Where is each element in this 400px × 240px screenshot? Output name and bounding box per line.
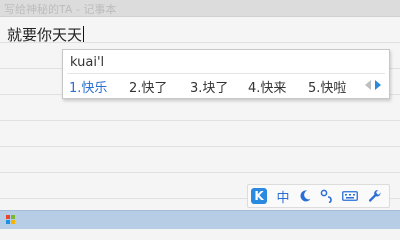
wrench-icon[interactable] bbox=[366, 187, 384, 205]
windows-start-icon[interactable] bbox=[6, 215, 16, 225]
punctuation-icon[interactable] bbox=[318, 187, 336, 205]
ime-composition: kuai'l bbox=[70, 55, 105, 70]
page-prev-icon[interactable] bbox=[365, 80, 371, 90]
editor-text: 就要你天天 bbox=[7, 26, 83, 44]
text-caret bbox=[83, 26, 85, 42]
candidate-5[interactable]: 5.快啦 bbox=[308, 77, 346, 96]
candidate-2[interactable]: 2.快了 bbox=[129, 77, 167, 96]
editor-content[interactable]: 就要你天天 bbox=[7, 24, 85, 45]
ime-logo-letter: K bbox=[251, 188, 267, 204]
ime-logo-icon[interactable]: K bbox=[250, 187, 268, 205]
candidate-3[interactable]: 3.块了 bbox=[190, 77, 228, 96]
candidate-1[interactable]: 1.快乐 bbox=[69, 77, 107, 96]
keyboard-icon[interactable] bbox=[341, 187, 359, 205]
text-editor[interactable]: 就要你天天 bbox=[0, 17, 400, 210]
title-bar: 写给神秘的TA - 记事本 bbox=[0, 0, 400, 17]
window-title: 写给神秘的TA - 记事本 bbox=[4, 3, 117, 16]
moon-icon[interactable] bbox=[296, 187, 314, 205]
ime-toolbar: K 中 bbox=[247, 184, 390, 208]
chinese-mode-icon[interactable]: 中 bbox=[274, 187, 292, 206]
page-next-icon[interactable] bbox=[375, 80, 381, 90]
candidate-4[interactable]: 4.快来 bbox=[248, 77, 286, 96]
ime-candidate-window: kuai'l 1.快乐 2.快了 3.块了 4.快来 5.快啦 bbox=[62, 49, 390, 99]
ime-divider bbox=[67, 73, 385, 74]
taskbar bbox=[0, 210, 400, 229]
